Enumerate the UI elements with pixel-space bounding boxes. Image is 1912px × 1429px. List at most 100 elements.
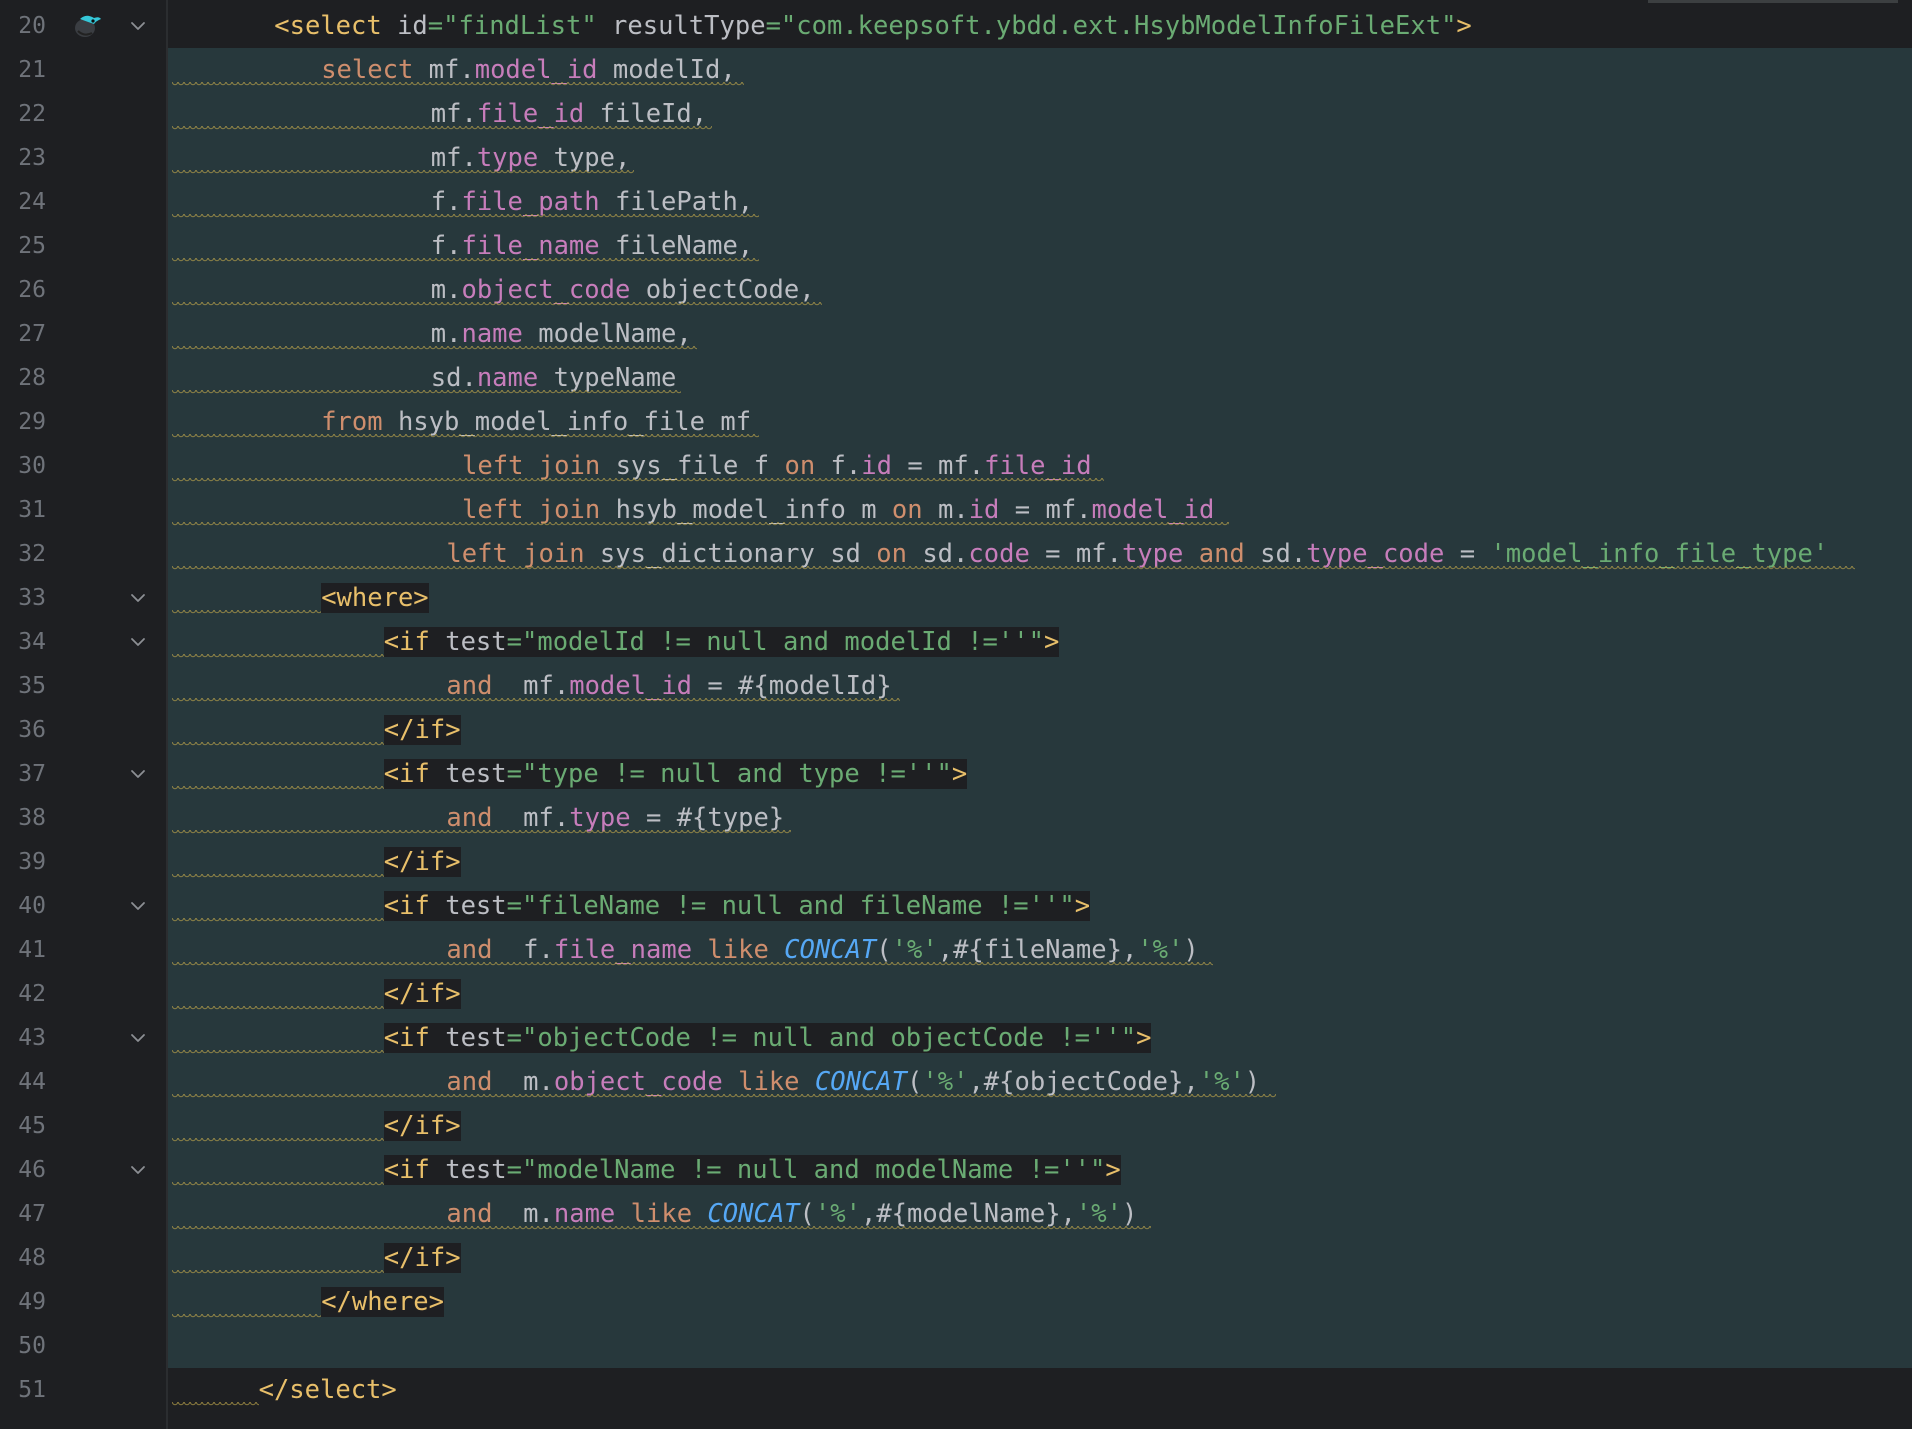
- line-number[interactable]: 34: [0, 620, 46, 664]
- line-number[interactable]: 38: [0, 796, 46, 840]
- code-text: </if>: [383, 1104, 461, 1148]
- code-line[interactable]: </if>: [168, 708, 1912, 752]
- fold-chevron-icon[interactable]: [128, 632, 148, 652]
- code-line[interactable]: and m.name like CONCAT('%',#{modelName},…: [168, 1192, 1912, 1236]
- line-number[interactable]: 41: [0, 928, 46, 972]
- gutter-line: 41: [0, 928, 166, 972]
- code-line[interactable]: <if test="fileName != null and fileName …: [168, 884, 1912, 928]
- code-line[interactable]: <if test="type != null and type !=''">: [168, 752, 1912, 796]
- fold-chevron-icon[interactable]: [128, 764, 148, 784]
- line-number[interactable]: 21: [0, 48, 46, 92]
- line-number[interactable]: 31: [0, 488, 46, 532]
- code-line[interactable]: </where>: [168, 1280, 1912, 1324]
- warning-squiggle: [172, 874, 384, 880]
- line-number[interactable]: 44: [0, 1060, 46, 1104]
- code-token: hsyb_model_info_file mf: [397, 407, 752, 437]
- gutter-line: 23: [0, 136, 166, 180]
- fold-chevron-icon[interactable]: [128, 588, 148, 608]
- line-number[interactable]: 25: [0, 224, 46, 268]
- line-number[interactable]: 30: [0, 444, 46, 488]
- line-number[interactable]: 46: [0, 1148, 46, 1192]
- warning-squiggle: [172, 1006, 384, 1012]
- code-line[interactable]: sd.name typeName: [168, 356, 1912, 400]
- warning-squiggle: [172, 654, 384, 660]
- code-token: code: [968, 539, 1030, 569]
- line-number[interactable]: 35: [0, 664, 46, 708]
- code-line[interactable]: <if test="modelId != null and modelId !=…: [168, 620, 1912, 664]
- code-line[interactable]: and f.file_name like CONCAT('%',#{fileNa…: [168, 928, 1912, 972]
- editor-gutter: 20 21 22 23 24 25 26 27 28 29 30 31 32 33 34 35 36 37 38 39…: [0, 0, 168, 1429]
- code-line[interactable]: </select>: [168, 1368, 1912, 1412]
- code-area[interactable]: <select id="findList" resultType="com.ke…: [168, 0, 1912, 1429]
- code-line[interactable]: <where>: [168, 576, 1912, 620]
- code-token: <if: [383, 1155, 446, 1185]
- code-line[interactable]: </if>: [168, 972, 1912, 1016]
- code-line[interactable]: m.object_code objectCode,: [168, 268, 1912, 312]
- code-line[interactable]: </if>: [168, 1236, 1912, 1280]
- code-token: file_path: [461, 187, 600, 217]
- code-line[interactable]: </if>: [168, 840, 1912, 884]
- code-line[interactable]: from hsyb_model_info_file mf: [168, 400, 1912, 444]
- line-number[interactable]: 42: [0, 972, 46, 1016]
- line-number[interactable]: 33: [0, 576, 46, 620]
- code-line[interactable]: left join hsyb_model_info m on m.id = mf…: [168, 488, 1912, 532]
- code-text: </if>: [383, 708, 461, 752]
- warning-squiggle: [172, 698, 901, 704]
- line-number[interactable]: 43: [0, 1016, 46, 1060]
- line-number[interactable]: 29: [0, 400, 46, 444]
- code-editor: 20 21 22 23 24 25 26 27 28 29 30 31 32 33 34 35 36 37 38 39…: [0, 0, 1912, 1429]
- code-token: test: [445, 1023, 507, 1053]
- line-number[interactable]: 36: [0, 708, 46, 752]
- fold-chevron-icon[interactable]: [128, 896, 148, 916]
- line-number[interactable]: 24: [0, 180, 46, 224]
- line-number[interactable]: 23: [0, 136, 46, 180]
- code-token: model_id: [569, 671, 693, 701]
- line-number[interactable]: 22: [0, 92, 46, 136]
- code-line[interactable]: left join sys_dictionary sd on sd.code =…: [168, 532, 1912, 576]
- code-line[interactable]: mf.file_id fileId,: [168, 92, 1912, 136]
- code-line[interactable]: <select id="findList" resultType="com.ke…: [168, 4, 1912, 48]
- code-line[interactable]: left join sys_file f on f.id = mf.file_i…: [168, 444, 1912, 488]
- code-line[interactable]: and m.object_code like CONCAT('%',#{obje…: [168, 1060, 1912, 1104]
- line-number[interactable]: 40: [0, 884, 46, 928]
- horizontal-scroll-thumb[interactable]: [1648, 0, 1898, 3]
- line-number[interactable]: 20: [0, 4, 46, 48]
- code-line[interactable]: and mf.model_id = #{modelId}: [168, 664, 1912, 708]
- code-line[interactable]: </if>: [168, 1104, 1912, 1148]
- fold-chevron-icon[interactable]: [128, 16, 148, 36]
- line-number[interactable]: 49: [0, 1280, 46, 1324]
- line-number[interactable]: 47: [0, 1192, 46, 1236]
- code-text: <if test="fileName != null and fileName …: [383, 884, 1091, 928]
- warning-squiggle: [172, 566, 1855, 572]
- code-line[interactable]: f.file_path filePath,: [168, 180, 1912, 224]
- code-token: name: [476, 363, 539, 393]
- mapper-bird-icon[interactable]: [72, 13, 102, 39]
- line-number[interactable]: 28: [0, 356, 46, 400]
- line-number[interactable]: 50: [0, 1324, 46, 1368]
- code-line[interactable]: select mf.model_id modelId,: [168, 48, 1912, 92]
- line-number[interactable]: 39: [0, 840, 46, 884]
- code-line[interactable]: [168, 1324, 1912, 1368]
- line-number[interactable]: 37: [0, 752, 46, 796]
- line-number[interactable]: 27: [0, 312, 46, 356]
- fold-chevron-icon[interactable]: [128, 1028, 148, 1048]
- code-token: id: [968, 495, 1000, 525]
- code-line[interactable]: <if test="modelName != null and modelNam…: [168, 1148, 1912, 1192]
- line-number[interactable]: 26: [0, 268, 46, 312]
- warning-squiggle: [172, 214, 760, 220]
- code-line[interactable]: <if test="objectCode != null and objectC…: [168, 1016, 1912, 1060]
- code-line[interactable]: and mf.type = #{type}: [168, 796, 1912, 840]
- line-number[interactable]: 51: [0, 1368, 46, 1412]
- code-token: sd.: [922, 539, 969, 569]
- fold-chevron-icon[interactable]: [128, 1160, 148, 1180]
- line-number[interactable]: 48: [0, 1236, 46, 1280]
- code-line[interactable]: m.name modelName,: [168, 312, 1912, 356]
- line-number[interactable]: 32: [0, 532, 46, 576]
- gutter-line: 43: [0, 1016, 166, 1060]
- warning-squiggle: [172, 1050, 384, 1056]
- code-token: = mf.: [999, 495, 1092, 525]
- code-line[interactable]: mf.type type,: [168, 136, 1912, 180]
- code-token: on: [784, 451, 831, 481]
- code-line[interactable]: f.file_name fileName,: [168, 224, 1912, 268]
- line-number[interactable]: 45: [0, 1104, 46, 1148]
